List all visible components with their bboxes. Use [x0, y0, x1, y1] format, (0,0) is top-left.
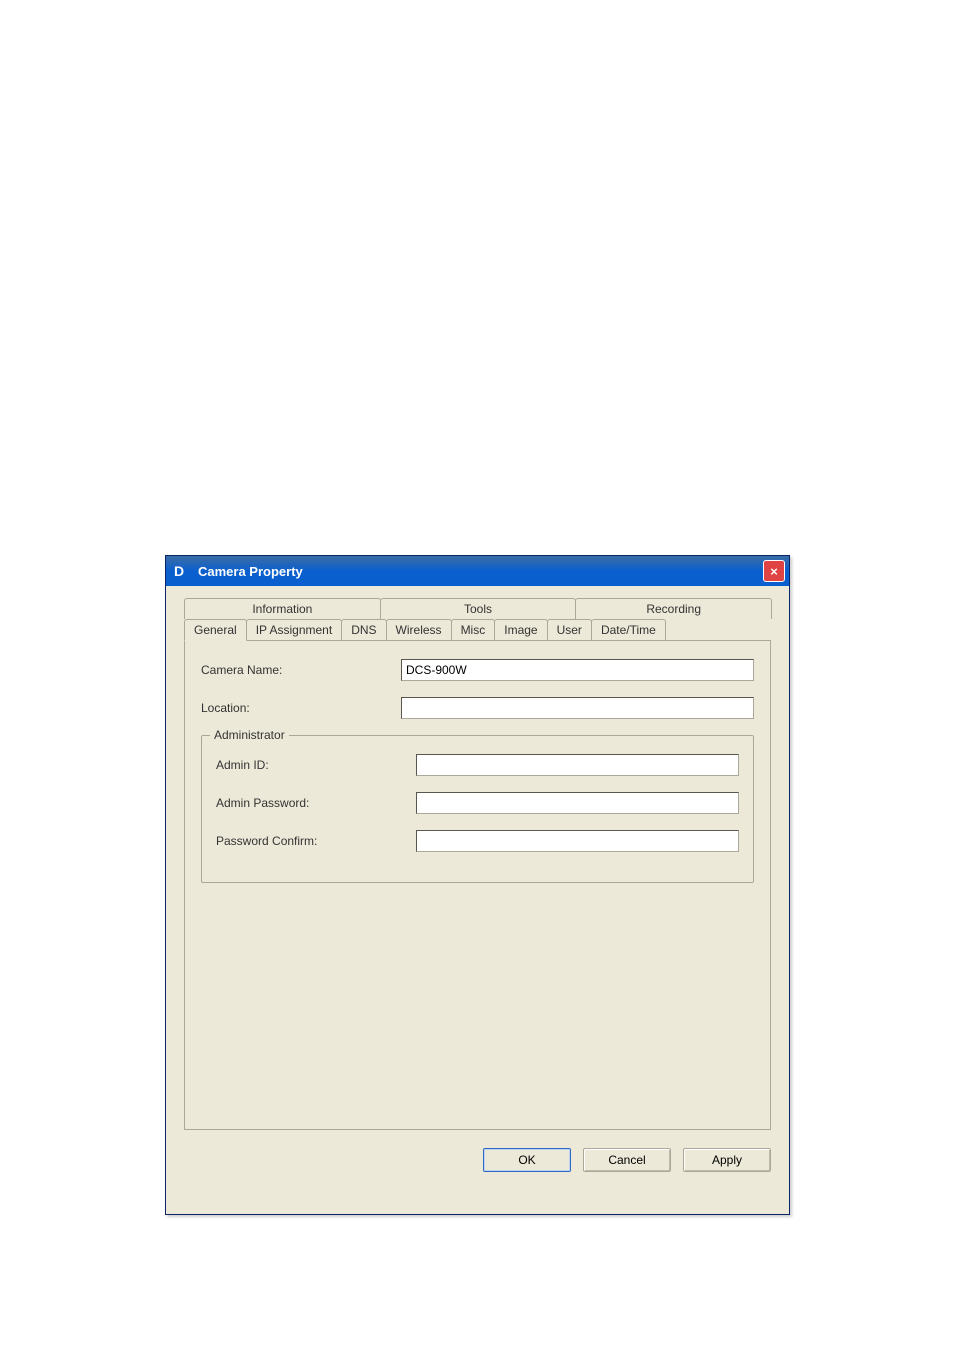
admin-password-input[interactable] — [416, 792, 739, 814]
row-camera-name: Camera Name: — [201, 659, 754, 681]
admin-id-label: Admin ID: — [216, 758, 416, 772]
tab-row-lower: General IP Assignment DNS Wireless Misc … — [184, 619, 771, 641]
camera-name-input[interactable] — [401, 659, 754, 681]
titlebar: D Camera Property × — [166, 556, 789, 586]
tab-panel-general: Camera Name: Location: Administrator Adm… — [184, 640, 771, 1130]
tab-recording[interactable]: Recording — [575, 598, 772, 619]
tab-wireless[interactable]: Wireless — [386, 619, 452, 641]
camera-property-dialog: D Camera Property × Information Tools Re… — [165, 555, 790, 1215]
admin-password-label: Admin Password: — [216, 796, 416, 810]
ok-button[interactable]: OK — [483, 1148, 571, 1172]
tab-row-upper: Information Tools Recording — [184, 598, 771, 619]
dialog-body: Information Tools Recording General IP A… — [166, 586, 789, 1138]
administrator-group-title: Administrator — [210, 728, 289, 742]
app-icon: D — [174, 562, 192, 580]
apply-button[interactable]: Apply — [683, 1148, 771, 1172]
tab-information[interactable]: Information — [184, 598, 381, 619]
tab-general[interactable]: General — [184, 619, 247, 641]
window-title: Camera Property — [198, 564, 763, 579]
tab-user[interactable]: User — [547, 619, 592, 641]
tabs-container: Information Tools Recording General IP A… — [184, 598, 771, 1130]
row-admin-id: Admin ID: — [216, 754, 739, 776]
tab-image[interactable]: Image — [494, 619, 547, 641]
close-icon: × — [770, 564, 778, 579]
password-confirm-input[interactable] — [416, 830, 739, 852]
location-input[interactable] — [401, 697, 754, 719]
camera-name-label: Camera Name: — [201, 663, 401, 677]
tab-ip-assignment[interactable]: IP Assignment — [246, 619, 343, 641]
tab-misc[interactable]: Misc — [451, 619, 496, 641]
row-location: Location: — [201, 697, 754, 719]
row-password-confirm: Password Confirm: — [216, 830, 739, 852]
tab-dns[interactable]: DNS — [341, 619, 386, 641]
cancel-button[interactable]: Cancel — [583, 1148, 671, 1172]
password-confirm-label: Password Confirm: — [216, 834, 416, 848]
administrator-group: Administrator Admin ID: Admin Password: … — [201, 735, 754, 883]
location-label: Location: — [201, 701, 401, 715]
tab-date-time[interactable]: Date/Time — [591, 619, 666, 641]
close-button[interactable]: × — [763, 560, 785, 582]
tab-tools[interactable]: Tools — [380, 598, 577, 619]
dialog-button-row: OK Cancel Apply — [166, 1138, 789, 1186]
row-admin-password: Admin Password: — [216, 792, 739, 814]
admin-id-input[interactable] — [416, 754, 739, 776]
